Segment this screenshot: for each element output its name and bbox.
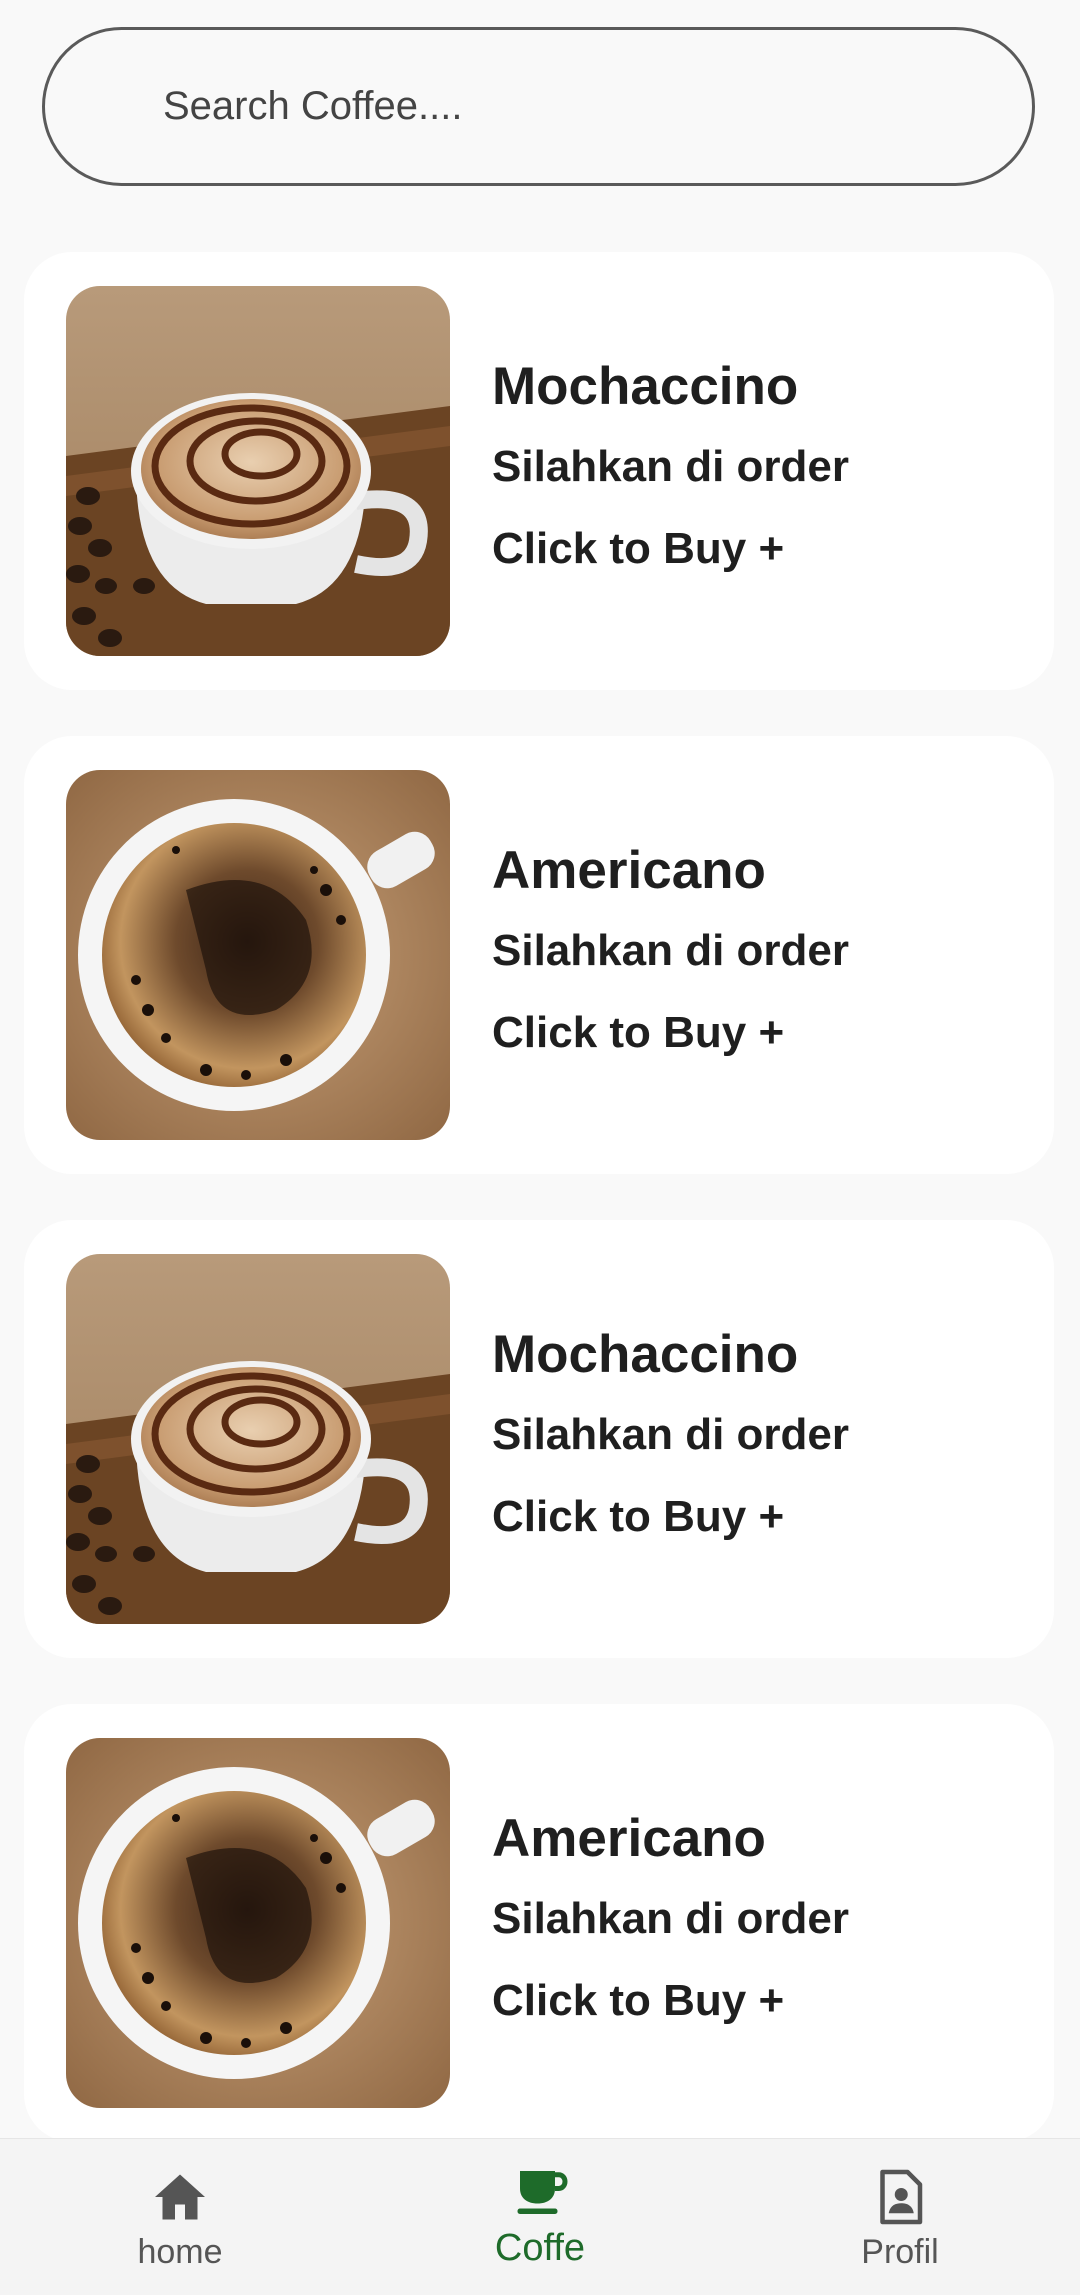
nav-profil-label: Profil (861, 2233, 939, 2271)
product-card[interactable]: Mochaccino Silahkan di order Click to Bu… (24, 252, 1054, 690)
mochaccino-image (66, 286, 450, 656)
nav-home-label: home (137, 2233, 223, 2271)
home-icon (155, 2174, 205, 2220)
product-name: Americano (492, 1809, 766, 1868)
profile-document-icon (880, 2169, 923, 2225)
buy-button[interactable]: Click to Buy + (492, 1976, 784, 2026)
product-name: Mochaccino (492, 1325, 799, 1384)
product-card[interactable]: Americano Silahkan di order Click to Buy… (24, 736, 1054, 1174)
nav-home[interactable]: home (30, 2139, 330, 2295)
product-name: Americano (492, 841, 766, 900)
buy-button[interactable]: Click to Buy + (492, 1492, 784, 1542)
product-subtitle: Silahkan di order (492, 926, 849, 975)
coffee-cup-icon (517, 2171, 568, 2214)
mochaccino-image (66, 1254, 450, 1624)
buy-button[interactable]: Click to Buy + (492, 1008, 784, 1058)
search-bar[interactable] (42, 27, 1035, 186)
product-card[interactable]: Americano Silahkan di order Click to Buy… (24, 1704, 1054, 2142)
nav-coffee[interactable]: Coffe (390, 2139, 690, 2295)
buy-button[interactable]: Click to Buy + (492, 524, 784, 574)
bottom-navigation: home Coffe Profil (0, 2138, 1080, 2295)
americano-image (66, 770, 450, 1140)
americano-image (66, 1738, 450, 2108)
product-card[interactable]: Mochaccino Silahkan di order Click to Bu… (24, 1220, 1054, 1658)
search-input[interactable] (163, 30, 983, 183)
nav-coffee-label: Coffe (494, 2227, 586, 2269)
product-subtitle: Silahkan di order (492, 442, 849, 491)
nav-profil[interactable]: Profil (750, 2139, 1050, 2295)
product-subtitle: Silahkan di order (492, 1894, 849, 1943)
product-subtitle: Silahkan di order (492, 1410, 849, 1459)
product-name: Mochaccino (492, 357, 799, 416)
